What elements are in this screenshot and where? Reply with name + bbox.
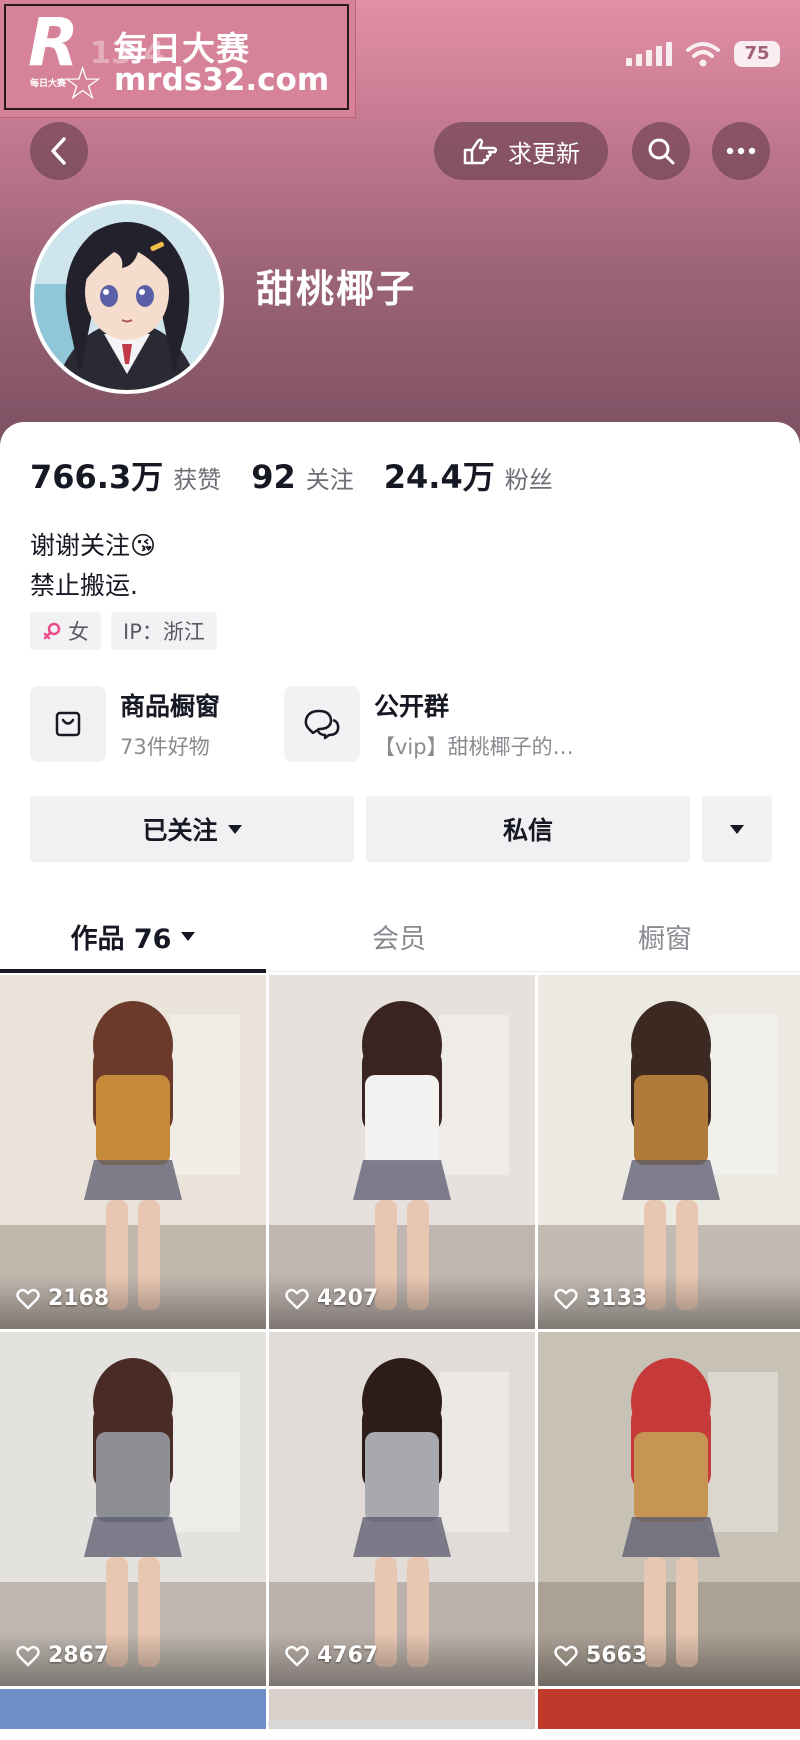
search-icon	[648, 138, 675, 165]
profile-screen: 75 13:4 R ☆ 每日大赛 每日大赛 mrds32.com 求更新 甜桃椰…	[0, 0, 800, 1740]
content-tabs: 作品 76 会员 橱窗	[0, 900, 800, 973]
post-image	[269, 975, 535, 1329]
group-chat-icon	[284, 686, 360, 762]
watermark-banner: 13:4 R ☆ 每日大赛 每日大赛 mrds32.com	[0, 0, 356, 118]
showcase-subtitle: 73件好物	[120, 735, 210, 759]
profile-stats: 766.3万 获赞 92 关注 24.4万 粉丝	[30, 452, 583, 498]
request-update-label: 求更新	[508, 139, 580, 168]
post-thumbnail[interactable]: 3133	[538, 975, 800, 1329]
battery-indicator: 75	[734, 41, 780, 67]
post-thumbnail[interactable]: 2168	[0, 975, 266, 1329]
profile-name: 甜桃椰子	[256, 267, 417, 311]
post-image	[0, 1332, 266, 1686]
showcase-title: 商品橱窗	[120, 692, 221, 721]
following-stat[interactable]: 92 关注	[251, 458, 354, 496]
status-bar: 75	[626, 38, 780, 70]
like-count-text: 4767	[317, 1643, 379, 1668]
home-indicator	[268, 1720, 532, 1728]
like-count-text: 4207	[317, 1286, 379, 1311]
heart-icon	[16, 1288, 40, 1309]
more-actions-button[interactable]	[702, 796, 772, 862]
heart-icon	[285, 1288, 309, 1309]
caret-down-icon	[730, 824, 744, 834]
post-thumbnail[interactable]: 4767	[269, 1332, 535, 1686]
post-image	[0, 975, 266, 1329]
post-thumbnail[interactable]	[0, 1689, 266, 1729]
ip-location-tag: IP：浙江	[111, 612, 217, 650]
wifi-icon	[686, 42, 720, 67]
female-icon	[43, 622, 61, 640]
bio-line-2: 禁止搬运.	[30, 571, 138, 600]
more-dots-icon	[726, 147, 756, 155]
post-thumbnail[interactable]: 4207	[269, 975, 535, 1329]
gender-tag: 女	[30, 612, 101, 650]
pointing-hand-icon	[463, 138, 498, 165]
post-like-count: 4207	[285, 1286, 378, 1311]
watermark-logo: R ☆ 每日大赛	[28, 4, 104, 110]
message-button[interactable]: 私信	[366, 796, 690, 862]
request-update-button[interactable]: 求更新	[434, 122, 608, 180]
profile-bio: 谢谢关注😘 禁止搬运.	[30, 526, 156, 606]
caret-down-icon	[227, 824, 242, 834]
watermark-url: mrds32.com	[114, 62, 330, 98]
avatar[interactable]	[30, 200, 224, 394]
post-image	[538, 1332, 800, 1686]
chevron-left-icon	[51, 137, 66, 165]
post-like-count: 2168	[16, 1286, 109, 1311]
anime-girl-avatar	[34, 204, 220, 390]
caret-down-icon	[181, 931, 196, 941]
post-like-count: 4767	[285, 1643, 378, 1668]
search-button[interactable]	[632, 122, 690, 180]
public-group-entry[interactable]: 公开群 【vip】甜桃椰子的…	[284, 684, 574, 764]
back-button[interactable]	[30, 122, 88, 180]
heart-icon	[285, 1645, 309, 1666]
profile-tags: 女 IP：浙江	[30, 612, 217, 650]
like-count-text: 2168	[48, 1286, 110, 1311]
post-like-count: 2867	[16, 1643, 109, 1668]
tab-works[interactable]: 作品 76	[0, 900, 266, 972]
tab-showcase[interactable]: 橱窗	[532, 900, 798, 972]
like-count-text: 3133	[586, 1286, 648, 1311]
tab-members[interactable]: 会员	[266, 900, 532, 972]
group-title: 公开群	[374, 692, 450, 721]
post-image	[538, 975, 800, 1329]
following-button[interactable]: 已关注	[30, 796, 354, 862]
followers-stat[interactable]: 24.4万 粉丝	[384, 452, 553, 498]
like-count-text: 5663	[586, 1643, 648, 1668]
post-image	[269, 1332, 535, 1686]
bio-line-1: 谢谢关注😘	[30, 531, 157, 560]
profile-actions: 已关注 私信	[30, 796, 772, 862]
post-like-count: 5663	[554, 1643, 647, 1668]
heart-icon	[16, 1645, 40, 1666]
active-tab-indicator	[0, 969, 266, 973]
post-thumbnail[interactable]: 2867	[0, 1332, 266, 1686]
product-showcase-entry[interactable]: 商品橱窗 73件好物	[30, 684, 220, 764]
more-button[interactable]	[712, 122, 770, 180]
profile-card: 766.3万获赞 92关注 24.4万粉丝 谢谢关注😘 禁止搬运. 女 I	[0, 422, 800, 1740]
heart-icon	[554, 1645, 578, 1666]
like-count-text: 2867	[48, 1643, 110, 1668]
heart-icon	[554, 1288, 578, 1309]
post-like-count: 3133	[554, 1286, 647, 1311]
post-thumbnail[interactable]: 5663	[538, 1332, 800, 1686]
signal-icon	[626, 42, 672, 66]
likes-stat[interactable]: 766.3万 获赞	[30, 452, 221, 498]
group-subtitle: 【vip】甜桃椰子的…	[374, 735, 574, 759]
shopping-bag-icon	[30, 686, 106, 762]
post-thumbnail[interactable]	[538, 1689, 800, 1729]
profile-header: 75 13:4 R ☆ 每日大赛 每日大赛 mrds32.com 求更新 甜桃椰…	[0, 0, 800, 450]
